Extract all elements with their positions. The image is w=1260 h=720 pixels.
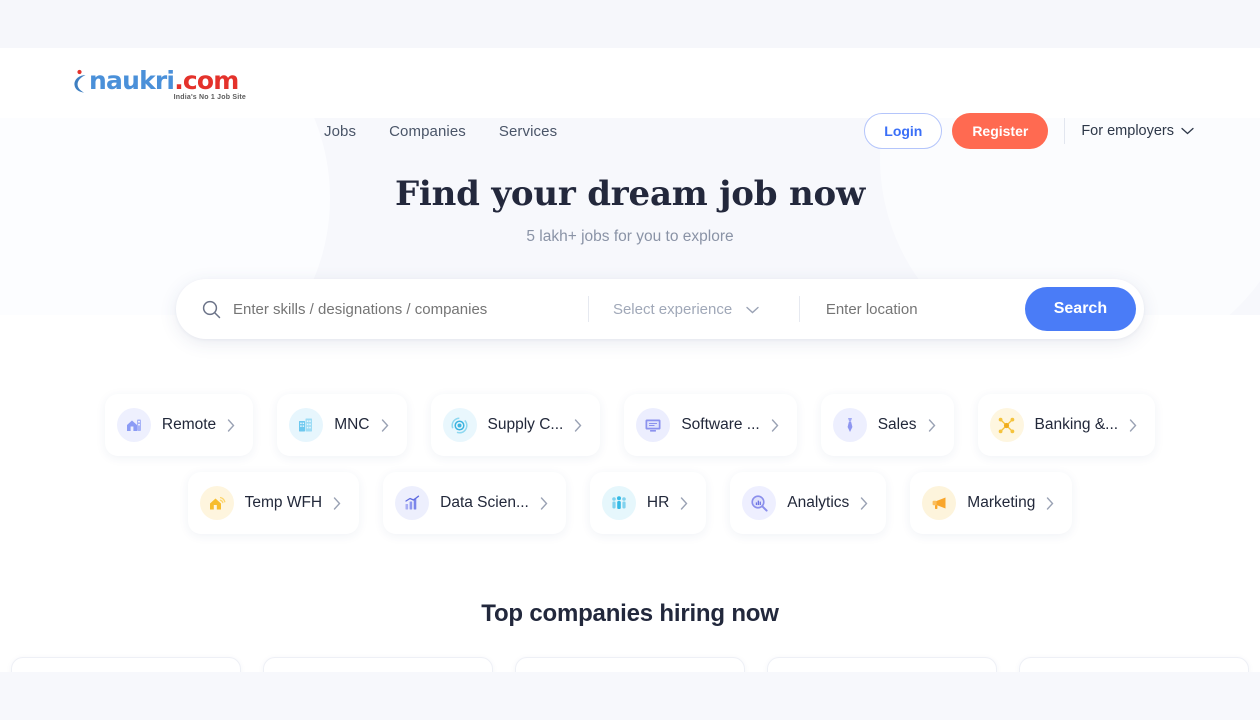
category-chip-label: Remote xyxy=(161,416,217,433)
category-chip-label: Analytics xyxy=(787,494,850,511)
page-title: Find your dream job now xyxy=(394,174,866,214)
category-chip-label: HR xyxy=(646,494,670,511)
category-chip-label: Marketing xyxy=(967,494,1036,511)
category-chip-remote[interactable]: Remote xyxy=(104,394,254,456)
category-chip-supply-chain[interactable]: Supply C... xyxy=(430,394,601,456)
category-chip-mnc[interactable]: MNC xyxy=(277,394,407,456)
logo-domain-text: .com xyxy=(174,66,239,95)
category-chip-analytics[interactable]: Analytics xyxy=(730,472,887,534)
office-building-icon xyxy=(289,408,324,442)
category-chip-temp-wfh[interactable]: Temp WFH xyxy=(187,472,360,534)
category-chip-software-it[interactable]: Software ... xyxy=(624,394,797,456)
for-employers-label: For employers xyxy=(1081,123,1174,139)
category-chip-label: Banking &... xyxy=(1034,416,1119,433)
supply-chain-icon xyxy=(442,408,477,442)
necktie-icon xyxy=(832,408,867,442)
logo-wordmark: naukri .com xyxy=(72,67,252,93)
viewport-bottom-strip xyxy=(0,672,1260,720)
header-divider xyxy=(1064,118,1066,144)
category-chip-banking-finance[interactable]: Banking &... xyxy=(977,394,1156,456)
search-button[interactable]: Search xyxy=(1024,287,1136,331)
search-location-input[interactable] xyxy=(799,300,1025,318)
naukri-logo[interactable]: naukri .com India's No 1 Job Site xyxy=(72,62,252,106)
page-viewport: naukri .com India's No 1 Job Site Jobs C… xyxy=(0,0,1260,720)
category-chip-label: Sales xyxy=(877,416,917,433)
category-chip-label: Data Scien... xyxy=(440,494,529,511)
browser-top-strip xyxy=(0,0,1260,48)
category-chips: Remote MNC Supply C... Software ... Sale… xyxy=(0,394,1260,534)
chevron-right-icon xyxy=(928,418,936,432)
nav-item-jobs[interactable]: Jobs xyxy=(324,123,356,140)
chevron-right-icon xyxy=(333,496,341,510)
magnifier-chart-icon xyxy=(742,486,777,520)
section-title: Top companies hiring now xyxy=(481,600,779,627)
experience-dropdown[interactable]: Select experience xyxy=(589,301,799,318)
people-group-icon xyxy=(601,486,636,520)
network-nodes-icon xyxy=(989,408,1024,442)
category-chip-marketing[interactable]: Marketing xyxy=(910,472,1073,534)
login-button[interactable]: Login xyxy=(864,113,943,149)
chevron-down-icon xyxy=(1181,123,1194,139)
chevron-right-icon xyxy=(227,418,235,432)
chevron-right-icon xyxy=(540,496,548,510)
search-skills-input[interactable] xyxy=(233,300,588,318)
category-chip-sales[interactable]: Sales xyxy=(820,394,954,456)
job-search-bar: Select experience Search xyxy=(176,279,1144,339)
header-actions: Login Register For employers xyxy=(864,96,1194,166)
home-signal-icon xyxy=(199,486,234,520)
register-button[interactable]: Register xyxy=(952,113,1049,149)
monitor-icon xyxy=(636,408,671,442)
chevron-right-icon xyxy=(680,496,688,510)
category-chip-label: MNC xyxy=(334,416,370,433)
bird-icon xyxy=(72,69,88,93)
chevron-right-icon xyxy=(381,418,389,432)
search-icon xyxy=(202,300,221,319)
page-subtitle: 5 lakh+ jobs for you to explore xyxy=(526,228,734,245)
category-chip-row-2: Temp WFH Data Scien... HR Analytics Mark… xyxy=(187,472,1073,534)
category-chip-label: Supply C... xyxy=(487,416,564,433)
megaphone-icon xyxy=(922,486,957,520)
category-chip-hr[interactable]: HR xyxy=(589,472,707,534)
category-chip-label: Software ... xyxy=(681,416,760,433)
nav-item-services[interactable]: Services xyxy=(499,123,557,140)
nav-item-companies[interactable]: Companies xyxy=(389,123,466,140)
remote-home-icon xyxy=(116,408,151,442)
logo-tagline: India's No 1 Job Site xyxy=(173,94,246,101)
experience-label: Select experience xyxy=(612,300,733,318)
chevron-right-icon xyxy=(574,418,582,432)
logo-name-text: naukri xyxy=(89,66,175,95)
category-chip-label: Temp WFH xyxy=(244,494,323,511)
chevron-right-icon xyxy=(1046,496,1054,510)
chevron-right-icon xyxy=(1129,418,1137,432)
chevron-right-icon xyxy=(771,418,779,432)
chevron-right-icon xyxy=(860,496,868,510)
chevron-down-icon xyxy=(746,301,759,318)
main-nav: Jobs Companies Services xyxy=(324,96,557,166)
category-chip-data-science[interactable]: Data Scien... xyxy=(383,472,566,534)
bar-chart-up-icon xyxy=(395,486,430,520)
category-chip-row-1: Remote MNC Supply C... Software ... Sale… xyxy=(104,394,1156,456)
for-employers-menu[interactable]: For employers xyxy=(1081,123,1194,139)
site-header: naukri .com India's No 1 Job Site Jobs C… xyxy=(0,48,1260,149)
